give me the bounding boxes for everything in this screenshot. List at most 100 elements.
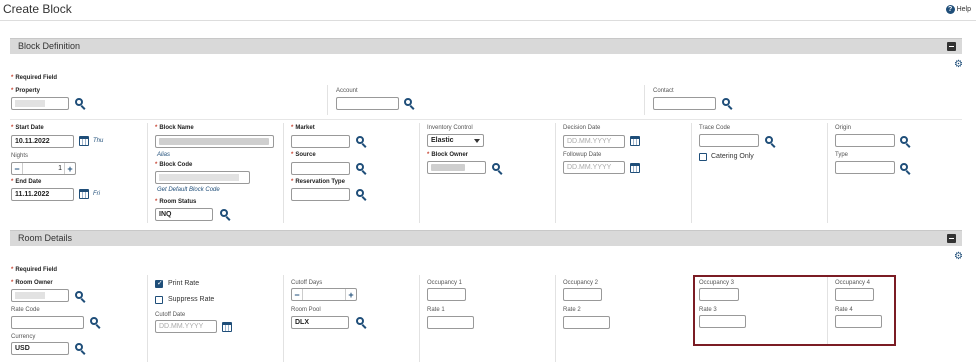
block-name-label: * Block Name [155,125,194,131]
origin-label: Origin [835,125,852,131]
property-search-icon[interactable] [75,98,86,110]
source-search-icon[interactable] [356,163,367,175]
rate-4-input[interactable] [835,315,882,328]
followup-date-input[interactable]: DD.MM.YYYY [563,161,625,174]
nights-stepper[interactable]: − 1 + [11,162,76,175]
calendar-icon[interactable] [79,136,89,146]
market-input[interactable] [291,135,350,148]
section-title: Block Definition [18,41,81,51]
collapse-icon[interactable] [947,234,956,243]
block-code-input[interactable] [155,171,250,184]
occupancy-2-label: Occupancy 2 [563,280,599,286]
decrement-button[interactable]: − [12,163,22,174]
rate-2-input[interactable] [563,316,610,329]
divider [555,123,556,223]
divider [419,275,420,362]
required-field-label: * Required Field [11,75,58,81]
room-status-search-icon[interactable] [220,209,231,221]
account-label: Account [336,88,358,94]
room-details-header[interactable]: Room Details [10,230,962,246]
cutoff-days-value[interactable] [302,289,346,300]
calendar-icon[interactable] [630,136,640,146]
origin-input[interactable] [835,134,895,147]
reservation-type-label: * Reservation Type [291,179,345,185]
calendar-icon[interactable] [79,189,89,199]
currency-search-icon[interactable] [75,343,86,355]
reservation-type-input[interactable] [291,188,350,201]
cutoff-date-input[interactable]: DD.MM.YYYY [155,320,217,333]
rate-code-label: Rate Code [11,307,40,313]
alias-link[interactable]: Alias [157,152,170,158]
block-owner-search-icon[interactable] [492,163,503,175]
start-date-input[interactable]: 10.11.2022 [11,135,74,148]
currency-input[interactable]: USD [11,342,69,355]
calendar-icon[interactable] [222,322,232,332]
divider [147,275,148,362]
decision-date-input[interactable]: DD.MM.YYYY [563,135,625,148]
gear-icon[interactable]: ⚙ [954,60,963,70]
room-owner-input[interactable] [11,289,69,302]
block-owner-input[interactable] [427,161,486,174]
end-date-input[interactable]: 11.11.2022 [11,188,74,201]
gear-icon[interactable]: ⚙ [954,252,963,262]
divider [827,277,828,344]
block-owner-label: * Block Owner [427,152,469,158]
rate-3-input[interactable] [699,315,746,328]
divider [644,85,645,115]
rate-2-label: Rate 2 [563,307,581,313]
occupancy-3-input[interactable] [699,288,739,301]
cutoff-days-stepper[interactable]: − + [291,288,357,301]
print-rate-checkbox[interactable] [155,279,163,288]
help-icon: ? [945,5,955,14]
room-pool-input[interactable]: DLX [291,316,349,329]
source-input[interactable] [291,162,350,175]
rate-code-search-icon[interactable] [90,317,101,329]
rate-code-input[interactable] [11,316,84,329]
contact-input[interactable] [653,97,716,110]
divider [419,123,420,223]
chevron-down-icon [474,138,480,143]
occupancy-1-input[interactable] [427,288,466,301]
rate-1-input[interactable] [427,316,474,329]
account-input[interactable] [336,97,399,110]
occupancy-4-input[interactable] [835,288,874,301]
header-divider [0,20,976,21]
collapse-icon[interactable] [947,42,956,51]
increment-button[interactable]: + [65,163,75,174]
occupancy-2-input[interactable] [563,288,602,301]
start-date-label: * Start Date [11,125,44,131]
inventory-control-select[interactable]: Elastic [427,134,484,147]
room-owner-search-icon[interactable] [75,291,86,303]
decrement-button[interactable]: − [292,289,302,300]
increment-button[interactable]: + [346,289,356,300]
contact-search-icon[interactable] [722,98,733,110]
room-status-label: * Room Status [155,199,197,205]
suppress-rate-checkbox[interactable] [155,296,163,304]
divider [283,123,284,223]
get-default-block-code-link[interactable]: Get Default Block Code [157,187,220,193]
trace-code-input[interactable] [699,134,759,147]
room-pool-search-icon[interactable] [356,317,367,329]
divider [283,275,284,362]
block-name-input[interactable] [155,135,274,148]
calendar-icon[interactable] [630,163,640,173]
catering-only-checkbox[interactable] [699,153,707,161]
occupancy-1-label: Occupancy 1 [427,280,463,286]
reservation-type-search-icon[interactable] [356,189,367,201]
type-search-icon[interactable] [900,163,911,175]
origin-search-icon[interactable] [900,136,911,148]
room-status-input[interactable]: INQ [155,208,213,221]
block-definition-header[interactable]: Block Definition [10,38,962,54]
help-link[interactable]: ? Help [945,5,971,14]
page-title: Create Block [3,2,72,16]
property-input[interactable] [11,97,69,110]
divider [691,123,692,223]
trace-code-search-icon[interactable] [765,136,776,148]
nights-value[interactable]: 1 [22,163,65,174]
inventory-control-value: Elastic [431,137,454,144]
type-input[interactable] [835,161,895,174]
divider [147,123,148,223]
account-search-icon[interactable] [404,98,415,110]
market-search-icon[interactable] [356,136,367,148]
divider [555,275,556,362]
